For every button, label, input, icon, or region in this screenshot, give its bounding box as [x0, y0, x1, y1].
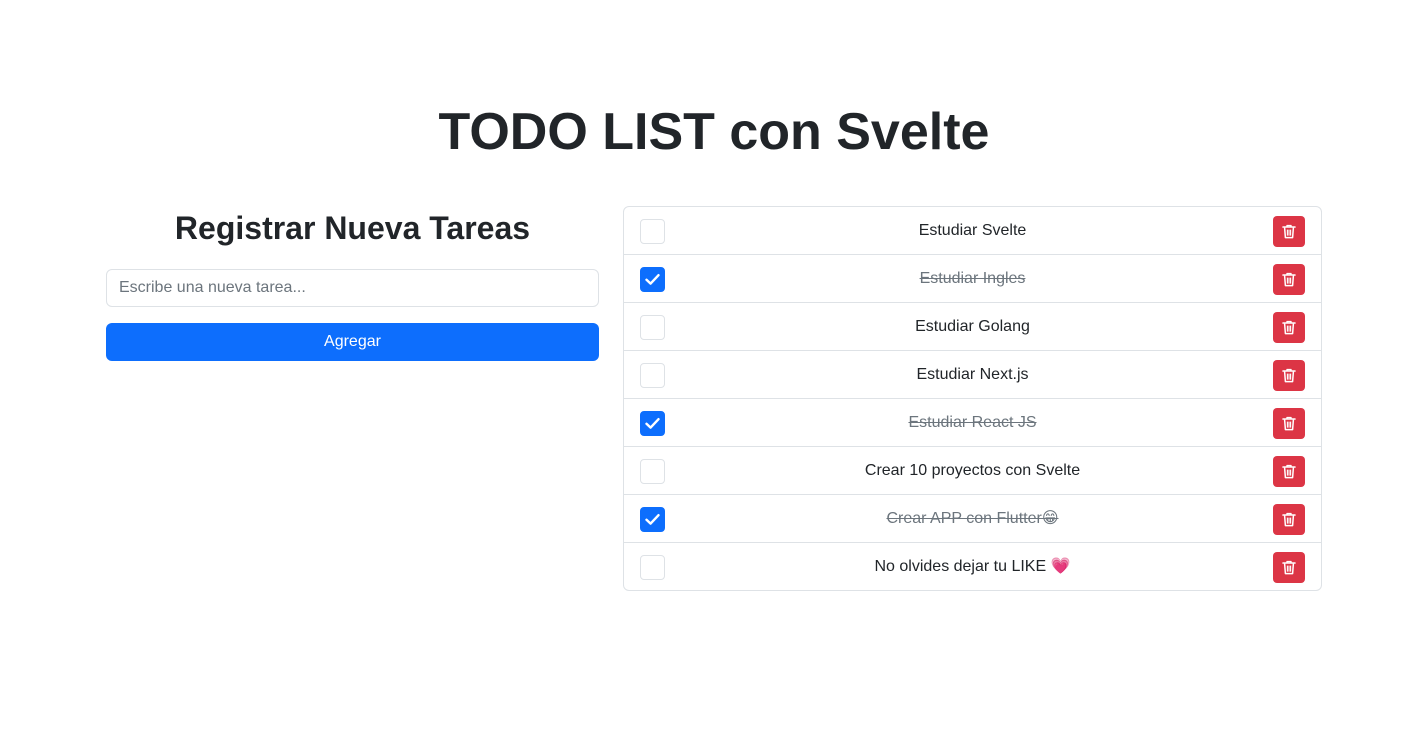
trash-icon [1282, 512, 1296, 527]
todo-checkbox[interactable] [640, 555, 665, 580]
trash-icon [1282, 560, 1296, 575]
check-icon [645, 514, 660, 525]
todo-text: Crear APP con Flutter😁 [886, 510, 1059, 527]
todo-text: Estudiar React JS [908, 414, 1037, 431]
add-button[interactable]: Agregar [106, 323, 599, 361]
todo-text: Crear 10 proyectos con Svelte [864, 462, 1081, 479]
trash-icon [1282, 224, 1296, 239]
todo-checkbox[interactable] [640, 459, 665, 484]
delete-button[interactable] [1273, 456, 1305, 487]
todo-text: Estudiar Next.js [916, 366, 1029, 383]
trash-icon [1282, 272, 1296, 287]
todo-checkbox[interactable] [640, 363, 665, 388]
new-task-form: Registrar Nueva Tareas Agregar [106, 206, 599, 361]
todo-item: Crear APP con Flutter😁 [624, 495, 1321, 543]
trash-icon [1282, 368, 1296, 383]
todo-text: No olvides dejar tu LIKE 💗 [874, 558, 1071, 575]
delete-button[interactable] [1273, 408, 1305, 439]
todo-item: Estudiar Svelte [624, 207, 1321, 255]
todo-item: Estudiar Ingles [624, 255, 1321, 303]
todo-item: Estudiar Golang [624, 303, 1321, 351]
todo-item: Estudiar React JS [624, 399, 1321, 447]
todo-checkbox[interactable] [640, 411, 665, 436]
delete-button[interactable] [1273, 312, 1305, 343]
todo-text: Estudiar Golang [915, 318, 1030, 335]
todo-checkbox[interactable] [640, 267, 665, 292]
delete-button[interactable] [1273, 360, 1305, 391]
page: TODO LIST con Svelte Registrar Nueva Tar… [0, 0, 1416, 755]
delete-button[interactable] [1273, 264, 1305, 295]
trash-icon [1282, 464, 1296, 479]
new-task-input[interactable] [106, 269, 599, 307]
check-icon [645, 274, 660, 285]
todo-text: Estudiar Ingles [919, 270, 1026, 287]
todo-text: Estudiar Svelte [918, 222, 1027, 239]
todo-checkbox[interactable] [640, 315, 665, 340]
todo-item: No olvides dejar tu LIKE 💗 [624, 543, 1321, 590]
trash-icon [1282, 320, 1296, 335]
delete-button[interactable] [1273, 504, 1305, 535]
todo-checkbox[interactable] [640, 507, 665, 532]
form-title: Registrar Nueva Tareas [174, 210, 531, 246]
delete-button[interactable] [1273, 552, 1305, 583]
check-icon [645, 418, 660, 429]
page-title: TODO LIST con Svelte [438, 103, 990, 161]
todo-list: Estudiar Svelte Estudiar Ingles Estudiar… [623, 206, 1322, 591]
todo-item: Estudiar Next.js [624, 351, 1321, 399]
todo-item: Crear 10 proyectos con Svelte [624, 447, 1321, 495]
delete-button[interactable] [1273, 216, 1305, 247]
trash-icon [1282, 416, 1296, 431]
todo-checkbox[interactable] [640, 219, 665, 244]
